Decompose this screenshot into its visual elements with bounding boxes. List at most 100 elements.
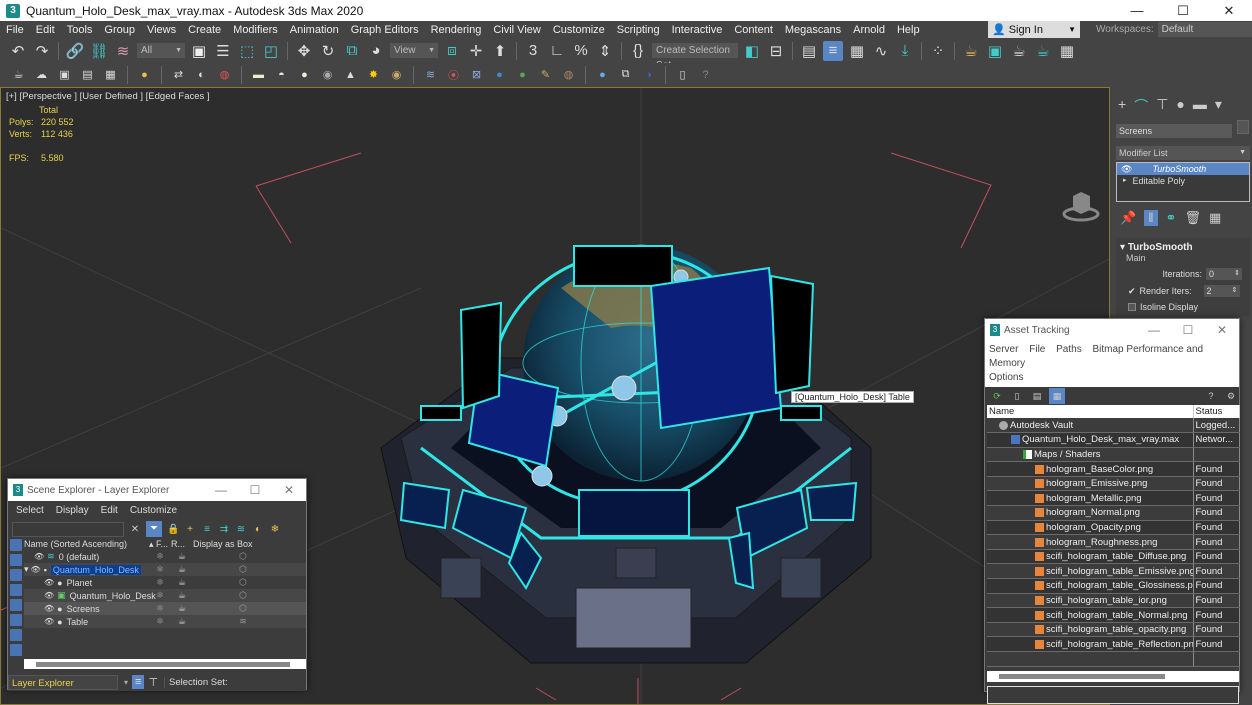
schematic-view-icon[interactable]: ⤓ [895, 41, 915, 61]
percent-snap-icon[interactable]: % [571, 41, 591, 61]
cloud-icon[interactable]: ☁ [33, 66, 50, 83]
settings-icon[interactable]: ⚙ [1223, 388, 1239, 404]
close-button[interactable]: ✕ [1205, 323, 1239, 337]
minimize-button[interactable]: — [204, 483, 238, 497]
vray-ies-icon[interactable]: ◉ [319, 66, 336, 83]
helpers-filter-icon[interactable] [10, 599, 22, 611]
named-selection-set-dropdown[interactable]: Create Selection Set ▼ [652, 43, 738, 71]
asset-row[interactable]: scifi_hologram_table_opacity.png Found [987, 622, 1240, 638]
vray-material-icon[interactable]: ◐ [193, 66, 210, 83]
renderable-toggle-icon[interactable]: ☕ [171, 590, 193, 601]
asset-row[interactable]: scifi_hologram_table_Normal.png Found [987, 607, 1240, 623]
pin-stack-icon[interactable]: 📌 [1120, 210, 1136, 226]
motion-tab-icon[interactable]: ● [1176, 96, 1184, 116]
teapot-icon[interactable]: ☕ [10, 66, 27, 83]
maximize-button[interactable]: ☐ [1171, 323, 1205, 337]
spinner-snap-icon[interactable]: ⇕ [595, 41, 615, 61]
scale-icon[interactable]: ⧉ [342, 41, 362, 61]
display-tab-icon[interactable]: ▬ [1193, 96, 1207, 116]
asset-row[interactable]: hologram_Emissive.png Found [987, 476, 1240, 492]
layer-row[interactable]: ▾ 👁 ▪ Quantum_Holo_Desk ❄ ☕ ⬡ [24, 563, 306, 576]
pivot-center-icon[interactable]: ⧈ [442, 41, 462, 61]
asset-row[interactable]: hologram_Normal.png Found [987, 505, 1240, 521]
filter-icon[interactable]: ⏷ [146, 521, 162, 537]
material-editor-icon[interactable]: ⁘ [928, 41, 948, 61]
horizontal-scrollbar[interactable] [987, 670, 1239, 682]
menu-create[interactable]: Create [182, 24, 227, 36]
column-header-name[interactable]: Name [987, 405, 1194, 418]
asset-row[interactable]: scifi_hologram_table_Diffuse.png Found [987, 549, 1240, 565]
menu-interactive[interactable]: Interactive [666, 24, 729, 36]
modifier-list-dropdown[interactable]: Modifier List ▼ [1116, 146, 1250, 160]
display-as-box-icon[interactable]: ⬡ [193, 551, 293, 562]
render-iters-checkbox[interactable]: ✔ [1128, 286, 1136, 297]
search-input[interactable] [12, 521, 124, 537]
render-production-icon[interactable]: ☕ [1009, 41, 1029, 61]
vray-mtl-sphere-icon[interactable]: ● [594, 66, 611, 83]
vray-decal-icon[interactable]: ✎ [537, 66, 554, 83]
vray-plane-icon[interactable]: ⊠ [468, 66, 485, 83]
bind-space-warp-icon[interactable]: ≋ [113, 41, 133, 61]
menu-select[interactable]: Select [16, 505, 44, 516]
freeze-layers-icon[interactable]: ❄ [269, 524, 281, 535]
geometry-filter-icon[interactable] [10, 539, 22, 551]
freeze-toggle-icon[interactable]: ❄ [149, 564, 171, 575]
column-header-name[interactable]: Name (Sorted Ascending) [24, 539, 149, 549]
window-crossing-icon[interactable]: ◰ [261, 41, 281, 61]
toggle-ribbon-icon[interactable]: ▦ [847, 41, 867, 61]
column-header-status[interactable]: Status [1193, 405, 1240, 418]
asset-tracking-titlebar[interactable]: 3 Asset Tracking — ☐ ✕ [985, 319, 1239, 341]
display-as-box-icon[interactable]: ⬡ [193, 590, 293, 601]
cameras-filter-icon[interactable] [10, 584, 22, 596]
help-icon[interactable]: ? [1203, 388, 1219, 404]
menu-bitmap-performance[interactable]: Bitmap Performance and Memory [989, 344, 1203, 369]
rendered-frame-window-icon[interactable]: ▣ [985, 41, 1005, 61]
new-layer-icon[interactable]: + [184, 524, 196, 535]
xrefs-filter-icon[interactable] [10, 644, 22, 656]
menu-arnold[interactable]: Arnold [847, 24, 891, 36]
list-icon[interactable]: ▤ [79, 66, 96, 83]
workspaces-dropdown[interactable]: Default ▼ [1157, 22, 1252, 37]
make-unique-icon[interactable]: ⚭ [1166, 210, 1177, 226]
light-lister-icon[interactable]: ● [136, 66, 153, 83]
layer-row[interactable]: 👁 ● Planet ❄ ☕ ⬡ [24, 576, 306, 589]
close-button[interactable]: ✕ [1206, 0, 1252, 21]
vray-dome-light-icon[interactable]: ◓ [273, 66, 290, 83]
object-color-swatch[interactable] [1237, 120, 1249, 134]
tree-view-icon[interactable]: ▦ [1049, 388, 1065, 404]
viewcube[interactable] [1062, 192, 1100, 222]
rotate-icon[interactable]: ↻ [318, 41, 338, 61]
menu-edit[interactable]: Edit [101, 505, 118, 516]
layer-row[interactable]: 👁 ● Screens ❄ ☕ ⬡ [24, 602, 306, 615]
unlink-icon[interactable]: ⛓ [89, 41, 109, 61]
snaps-toggle-icon[interactable]: 3 [523, 41, 543, 61]
visibility-eye-icon[interactable]: 👁 [31, 565, 41, 574]
asset-row[interactable]: scifi_hologram_table_ior.png Found [987, 593, 1240, 609]
add-to-layer-icon[interactable]: ≡ [201, 524, 213, 535]
vray-sun-icon[interactable]: ✸ [365, 66, 382, 83]
isoline-display-checkbox[interactable] [1128, 303, 1136, 311]
asset-row[interactable]: hologram_BaseColor.png Found [987, 461, 1240, 477]
move-icon[interactable]: ✥ [294, 41, 314, 61]
vray-ambient-icon[interactable]: ▲ [342, 66, 359, 83]
menu-group[interactable]: Group [98, 24, 141, 36]
vray-light-icon[interactable]: ▬ [250, 66, 267, 83]
close-button[interactable]: ✕ [272, 483, 306, 497]
list-view-icon[interactable]: ▯ [1009, 388, 1025, 404]
minimize-button[interactable]: — [1114, 0, 1160, 21]
column-header-renderable[interactable]: R... [171, 539, 193, 549]
render-shortcuts-icon[interactable]: ▦ [1057, 41, 1077, 61]
vray-toggle-icon[interactable]: ◑ [640, 66, 657, 83]
maximize-button[interactable]: ☐ [1160, 0, 1206, 21]
menu-file[interactable]: File [0, 24, 30, 36]
vray-clipper-icon[interactable]: ● [514, 66, 531, 83]
horizontal-scrollbar[interactable] [24, 659, 306, 669]
hide-layers-icon[interactable]: ◐ [252, 524, 264, 535]
toggle-layer-explorer-icon[interactable]: ≡ [823, 40, 843, 61]
utilities-tab-icon[interactable]: ▾ [1215, 96, 1222, 116]
sort-by-hierarchy-icon[interactable]: ⊤ [148, 676, 158, 689]
vray-frame-buffer-icon[interactable]: ⇄ [170, 66, 187, 83]
lights-filter-icon[interactable] [10, 569, 22, 581]
vray-sphere-light-icon[interactable]: ● [296, 66, 313, 83]
object-name-field[interactable]: Screens [1116, 124, 1232, 138]
